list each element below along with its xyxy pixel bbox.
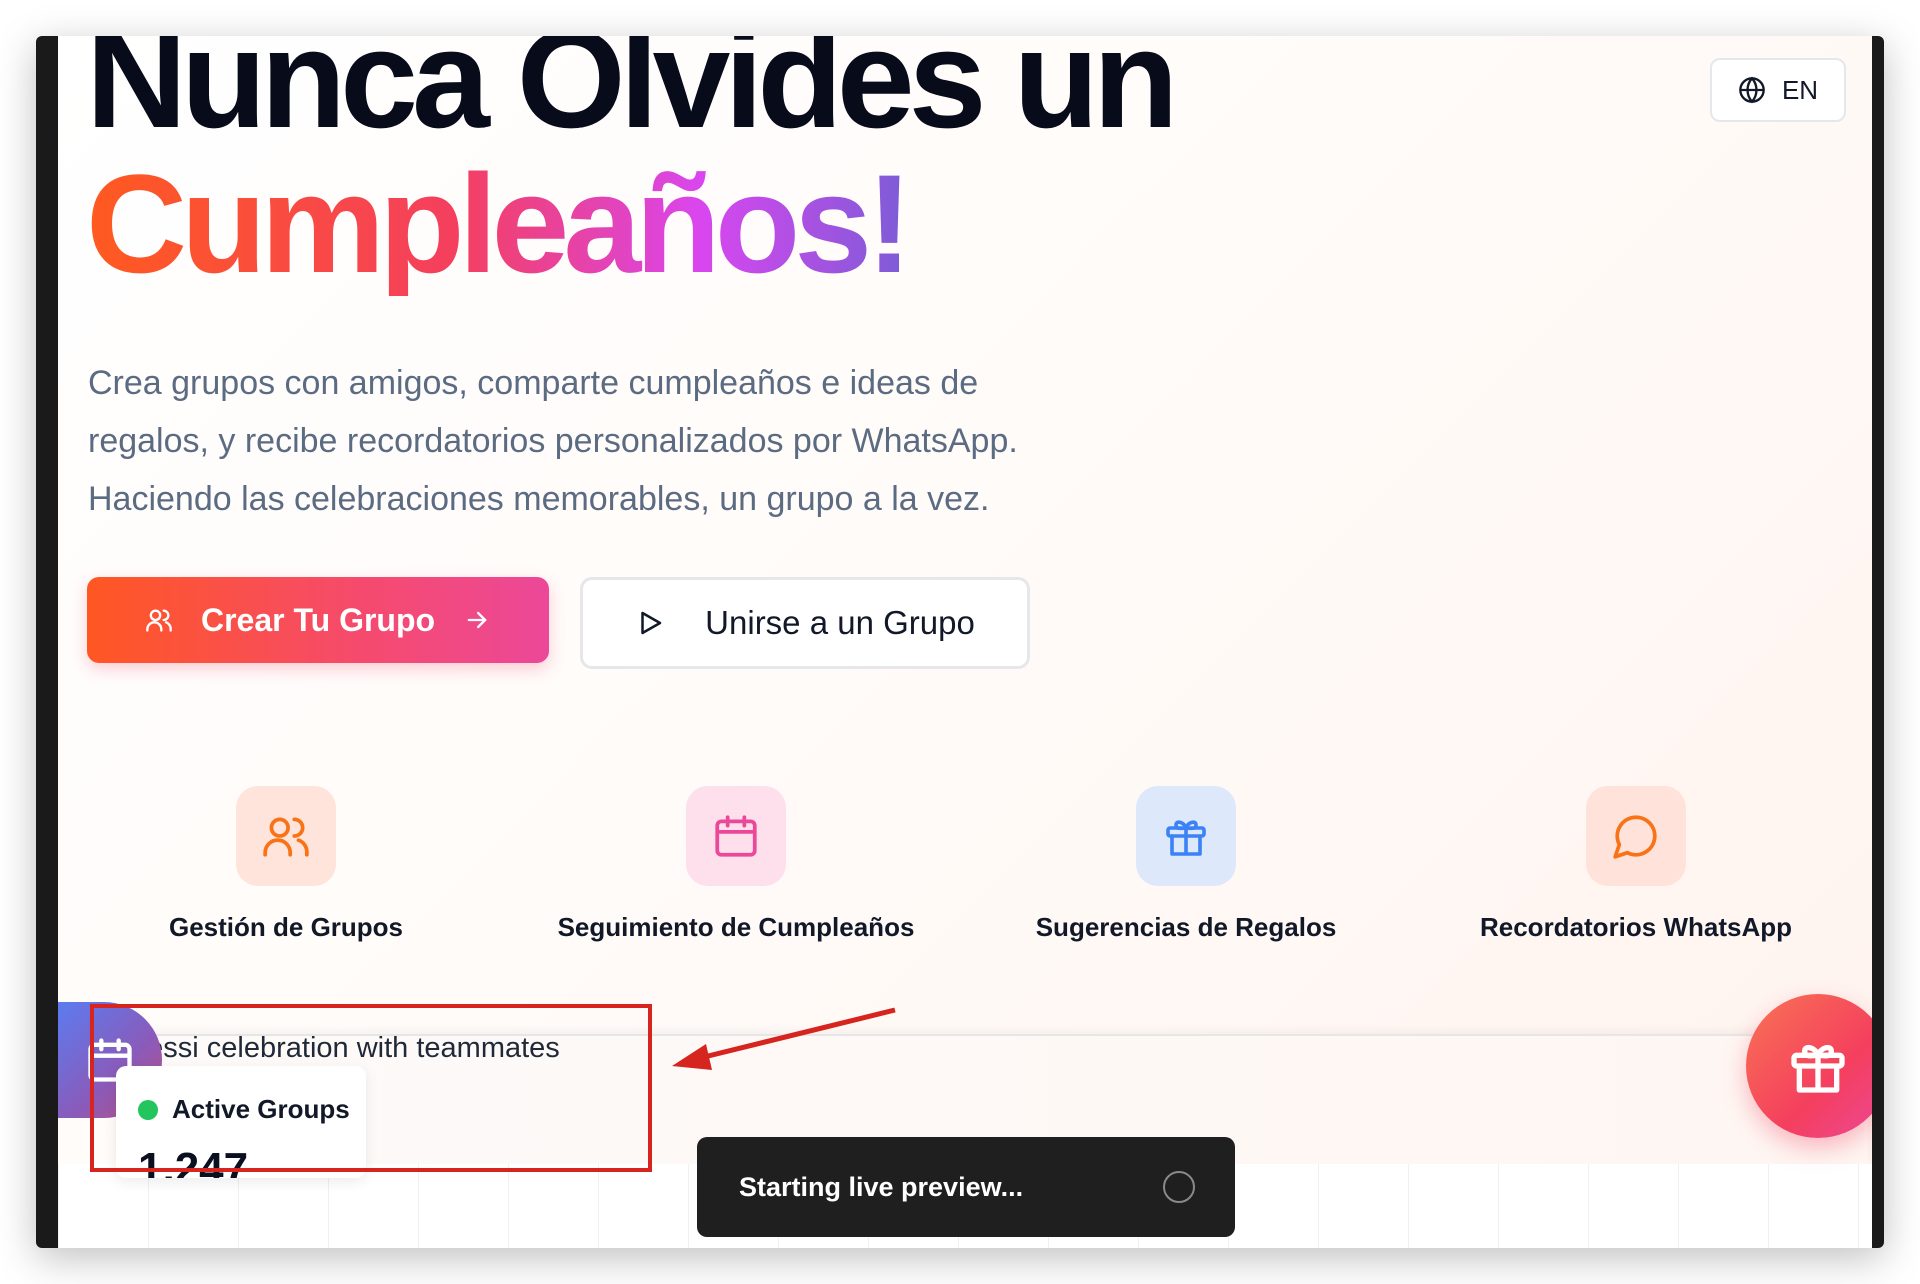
language-switcher[interactable]: EN	[1710, 58, 1846, 122]
create-group-button[interactable]: Crear Tu Grupo	[87, 577, 549, 663]
hero-description: Crea grupos con amigos, comparte cumplea…	[88, 364, 1018, 518]
feature-birthday-tracking: Seguimiento de Cumpleaños	[526, 786, 946, 943]
arrow-right-icon	[467, 611, 487, 629]
feature-label: Recordatorios WhatsApp	[1479, 912, 1793, 942]
play-icon	[641, 611, 662, 635]
loading-spinner-icon	[1163, 1171, 1195, 1203]
feature-icon-box	[686, 786, 786, 886]
users-icon	[263, 817, 309, 857]
feature-whatsapp-reminders: Recordatorios WhatsApp	[1426, 786, 1846, 943]
calendar-icon	[715, 815, 757, 857]
join-group-label: Unirse a un Grupo	[705, 604, 975, 641]
language-label: EN	[1781, 74, 1819, 105]
annotation-arrow-icon	[672, 1007, 896, 1070]
hero-title-line2: Cumpleaños!	[86, 145, 913, 302]
hero-title: Nunca Olvides un Cumpleaños!	[86, 36, 1178, 302]
message-circle-icon	[1613, 815, 1657, 859]
annotation-highlight-box	[90, 1004, 652, 1172]
feature-icon-box	[236, 786, 336, 886]
join-group-button[interactable]: Unirse a un Grupo	[580, 577, 1030, 669]
users-icon	[146, 609, 172, 632]
feature-icon-box	[1136, 786, 1236, 886]
feature-gift-suggestions: Sugerencias de Regalos	[976, 786, 1396, 943]
feature-label: Gestión de Grupos	[168, 912, 404, 942]
feature-icon-box	[1586, 786, 1686, 886]
toast-message: Starting live preview...	[739, 1171, 1024, 1202]
gift-icon	[1166, 820, 1206, 856]
live-preview-toast: Starting live preview...	[697, 1137, 1235, 1237]
hero-title-line1: Nunca Olvides un	[86, 36, 1178, 157]
gift-icon	[1791, 1044, 1845, 1093]
globe-icon	[1739, 76, 1765, 104]
create-group-label: Crear Tu Grupo	[200, 601, 436, 638]
feature-group-management: Gestión de Grupos	[76, 786, 496, 943]
feature-label: Seguimiento de Cumpleaños	[557, 912, 915, 942]
feature-label: Sugerencias de Regalos	[1035, 912, 1337, 942]
